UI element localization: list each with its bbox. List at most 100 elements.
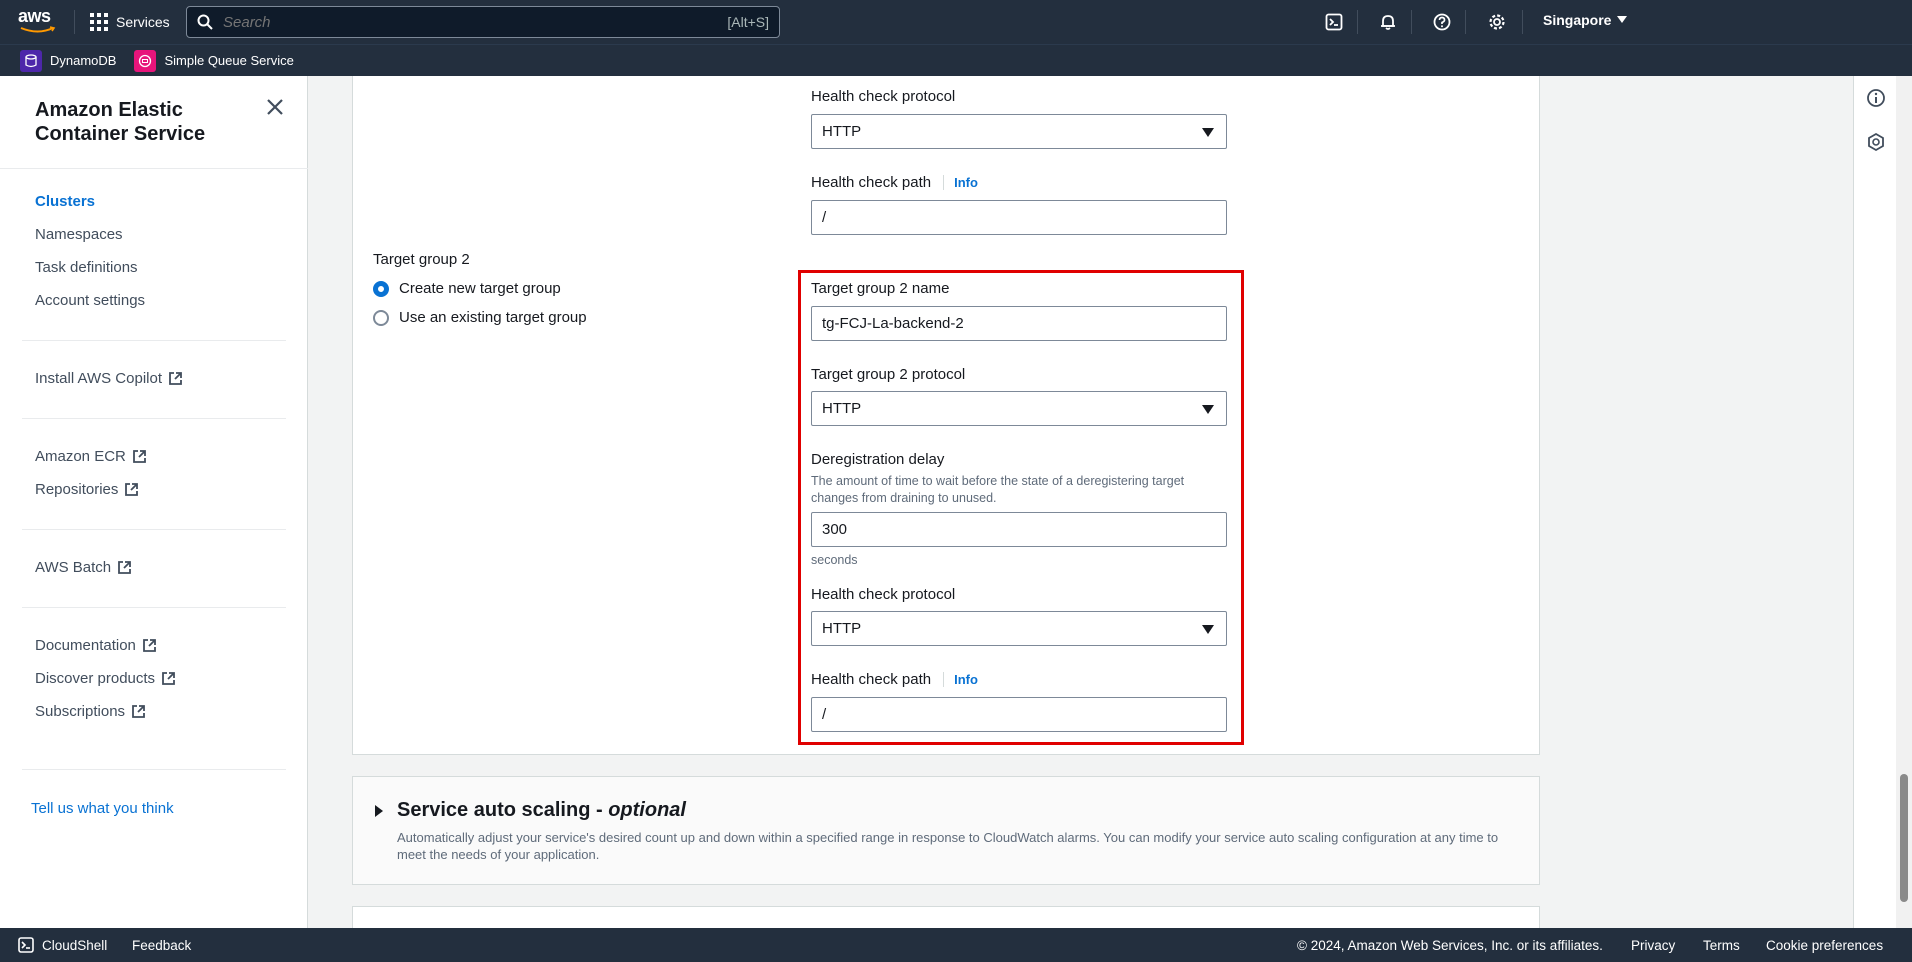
privacy-link[interactable]: Privacy [1631, 938, 1675, 953]
gear-icon[interactable] [1486, 11, 1508, 33]
search-input[interactable] [223, 13, 728, 31]
favorites-bar: DynamoDB Simple Queue Service [0, 44, 1912, 76]
external-link-icon [118, 561, 132, 574]
caret-down-icon [1617, 16, 1628, 23]
text-input[interactable] [822, 209, 1216, 226]
tell-us-feedback-link[interactable]: Tell us what you think [31, 800, 174, 817]
info-icon[interactable] [1866, 88, 1886, 108]
caret-down-icon [1202, 625, 1214, 634]
tg2-protocol-select[interactable]: HTTP [811, 391, 1227, 426]
side-navigation: Amazon Elastic Container Service Cluster… [0, 76, 308, 928]
external-link-icon [143, 639, 156, 652]
sidebar-item-task-definitions[interactable]: Task definitions [35, 259, 138, 276]
text-input[interactable] [822, 315, 1216, 332]
tg1-health-protocol-select[interactable]: HTTP [811, 114, 1227, 149]
sidebar-item-documentation[interactable]: Documentation [35, 637, 157, 654]
region-selector[interactable]: Singapore [1543, 12, 1628, 28]
favorite-label: Simple Queue Service [164, 53, 294, 68]
sidebar-item-label: Install AWS Copilot [35, 370, 162, 387]
cloudshell-icon [18, 937, 34, 953]
grid-icon [90, 13, 108, 31]
external-link-icon [162, 672, 175, 685]
sidebar-item-amazon-ecr[interactable]: Amazon ECR [35, 448, 147, 465]
sidebar-item-clusters[interactable]: Clusters [35, 193, 95, 210]
sidebar-item-account-settings[interactable]: Account settings [35, 292, 145, 309]
close-icon[interactable] [266, 98, 286, 118]
sidebar-item-namespaces[interactable]: Namespaces [35, 226, 123, 243]
sidebar-divider [22, 769, 286, 770]
sidebar-item-discover-products[interactable]: Discover products [35, 670, 176, 687]
sidebar-divider [22, 418, 286, 419]
sidebar-item-label: Documentation [35, 637, 136, 654]
sidebar-item-label: Subscriptions [35, 703, 126, 720]
sqs-icon [134, 49, 157, 72]
nav-divider [74, 10, 75, 34]
tg2-health-path-label: Health check path Info [811, 671, 978, 688]
page: aws Services [Alt+S] [0, 0, 1912, 962]
radio-create-new-target-group[interactable]: Create new target group [373, 280, 561, 297]
dynamodb-icon [20, 49, 42, 72]
search-icon [197, 14, 213, 30]
cloudshell-button[interactable]: CloudShell [18, 937, 107, 953]
cloudshell-icon[interactable] [1323, 11, 1345, 33]
sidebar-item-install-copilot[interactable]: Install AWS Copilot [35, 370, 183, 387]
tg2-health-protocol-select[interactable]: HTTP [811, 611, 1227, 646]
search-shortcut: [Alt+S] [727, 14, 769, 30]
help-icon[interactable] [1431, 11, 1453, 33]
search-box[interactable]: [Alt+S] [186, 6, 780, 38]
bottom-bar: CloudShell Feedback © 2024, Amazon Web S… [0, 928, 1912, 962]
label-text: Health check path [811, 671, 932, 688]
favorite-dynamodb[interactable]: DynamoDB [20, 49, 116, 72]
text-input[interactable] [822, 706, 1216, 723]
cookie-preferences-link[interactable]: Cookie preferences [1766, 938, 1883, 953]
info-link[interactable]: Info [943, 672, 978, 687]
nav-divider [1357, 10, 1358, 34]
sidebar-divider [0, 168, 308, 169]
radio-label: Use an existing target group [399, 309, 587, 326]
external-link-icon [169, 372, 182, 385]
text-input[interactable] [822, 521, 1216, 538]
label-text: Health check path [811, 174, 932, 191]
favorite-sqs[interactable]: Simple Queue Service [134, 49, 294, 72]
tg2-name-input[interactable] [811, 306, 1227, 341]
aws-smile-icon [20, 26, 56, 33]
tg1-health-path-label: Health check path Info [811, 174, 978, 191]
right-utility-rail [1853, 76, 1896, 928]
sidebar-item-label: AWS Batch [35, 559, 112, 576]
services-menu-button[interactable]: Services [90, 10, 170, 34]
external-link-icon [132, 705, 145, 718]
sidebar-item-label: Discover products [35, 670, 156, 687]
radio-use-existing-target-group[interactable]: Use an existing target group [373, 309, 587, 326]
scrollbar-thumb[interactable] [1900, 774, 1908, 902]
tg1-health-path-input[interactable] [811, 200, 1227, 235]
tg2-name-label: Target group 2 name [811, 280, 950, 297]
info-link[interactable]: Info [943, 175, 978, 190]
select-value: HTTP [822, 123, 862, 140]
radio-selected-icon [373, 280, 389, 297]
aws-logo-text: aws [18, 6, 51, 26]
sidebar-item-label: Amazon ECR [35, 448, 126, 465]
hexagon-icon[interactable] [1866, 132, 1886, 152]
region-label: Singapore [1543, 12, 1612, 28]
caret-down-icon [1202, 405, 1214, 414]
sidebar-divider [22, 340, 286, 341]
tg2-deregistration-input[interactable] [811, 512, 1227, 547]
service-auto-scaling-panel: Service auto scaling - optional Automati… [352, 776, 1540, 885]
aws-logo[interactable]: aws [18, 6, 58, 36]
sidebar-item-repositories[interactable]: Repositories [35, 481, 139, 498]
sidebar-item-aws-batch[interactable]: AWS Batch [35, 559, 132, 576]
auto-scaling-description: Automatically adjust your service's desi… [397, 830, 1499, 862]
feedback-button[interactable]: Feedback [132, 938, 191, 953]
bell-icon[interactable] [1377, 11, 1399, 33]
auto-scaling-expand-toggle[interactable]: Service auto scaling - optional [375, 799, 686, 822]
sidebar-item-subscriptions[interactable]: Subscriptions [35, 703, 146, 720]
terms-link[interactable]: Terms [1703, 938, 1740, 953]
copyright-text: © 2024, Amazon Web Services, Inc. or its… [1297, 938, 1603, 953]
external-link-icon [125, 483, 139, 496]
tg2-section-label: Target group 2 [373, 251, 470, 268]
tg2-health-protocol-label: Health check protocol [811, 586, 956, 603]
tg2-health-path-input[interactable] [811, 697, 1227, 732]
top-navigation: aws Services [Alt+S] [0, 0, 1912, 44]
sidebar-divider [22, 607, 286, 608]
page-scrollbar[interactable] [1896, 76, 1912, 928]
